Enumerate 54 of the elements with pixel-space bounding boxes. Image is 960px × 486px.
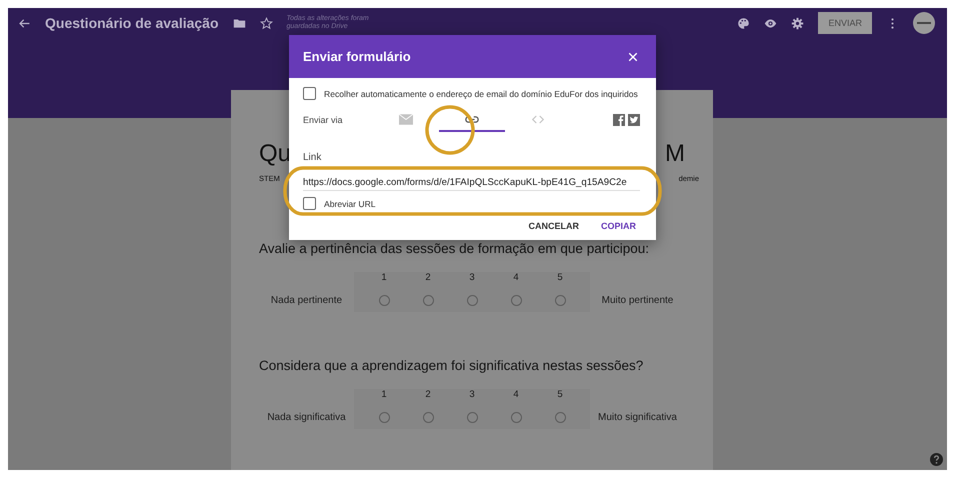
radio-button[interactable]	[422, 412, 434, 423]
back-arrow-icon[interactable]	[18, 16, 31, 30]
radio-button[interactable]	[554, 295, 566, 306]
form-heading: M	[665, 140, 685, 168]
scale-label: Muito pertinente	[600, 295, 674, 308]
scale-number: 3	[469, 389, 475, 400]
settings-icon[interactable]	[791, 16, 804, 30]
scale-number: 5	[557, 389, 563, 400]
scale-number: 1	[381, 272, 387, 283]
avatar[interactable]	[913, 12, 935, 34]
radio-button[interactable]	[378, 412, 390, 423]
annotation-circle	[425, 105, 475, 155]
form-heading: Qu	[259, 140, 292, 168]
folder-icon[interactable]	[232, 16, 246, 30]
twitter-icon[interactable]	[628, 114, 640, 126]
palette-icon[interactable]	[737, 16, 750, 30]
section-title: Link	[303, 152, 322, 163]
checkbox-label: Abreviar URL	[324, 198, 376, 208]
scale-label: Nada significativa	[266, 412, 347, 425]
radio-button[interactable]	[554, 412, 566, 423]
scale-label: Muito significativa	[597, 412, 678, 425]
radio-button[interactable]	[510, 295, 522, 306]
link-icon	[465, 114, 479, 124]
scale-number: 3	[469, 272, 475, 283]
send-via-label: Enviar via	[303, 115, 344, 125]
facebook-icon[interactable]	[613, 114, 625, 126]
url-field[interactable]: https://docs.google.com/forms/d/e/1FAIpQLSccKapuKL-bpE41G_q15A9C2e	[303, 177, 640, 191]
question-text: Avalie a pertinência das sessões de formação em que participou:	[259, 241, 650, 256]
email-icon	[399, 114, 413, 124]
radio-button[interactable]	[466, 295, 478, 306]
cancel-button[interactable]: CANCELAR	[524, 219, 583, 233]
checkbox[interactable]	[303, 87, 316, 100]
checkbox[interactable]	[303, 197, 316, 210]
radio-button[interactable]	[422, 295, 434, 306]
close-icon[interactable]	[628, 52, 638, 62]
radio-button[interactable]	[378, 295, 390, 306]
help-icon[interactable]	[930, 453, 943, 466]
scale-label: Nada pertinente	[270, 295, 344, 308]
radio-button[interactable]	[510, 412, 522, 423]
dialog-title: Enviar formulário	[303, 49, 411, 64]
question-text: Considera que a aprendizagem foi significativa nestas sessões?	[259, 358, 644, 373]
checkbox-label: Recolher automaticamente o endereço de email do domínio EduFor dos inquiridos	[324, 88, 638, 98]
eye-icon[interactable]	[764, 16, 778, 30]
scale-number: 2	[425, 272, 431, 283]
embed-code-icon	[531, 114, 545, 124]
copy-button[interactable]: COPIAR	[596, 219, 640, 233]
scale-number: 2	[425, 389, 431, 400]
scale-number: 1	[381, 389, 387, 400]
form-title[interactable]: Questionário de avaliação	[45, 15, 219, 31]
scale-number: 4	[513, 389, 519, 400]
star-icon[interactable]	[260, 16, 273, 30]
radio-button[interactable]	[466, 412, 478, 423]
scale-number: 4	[513, 272, 519, 283]
scale-number: 5	[557, 272, 563, 283]
